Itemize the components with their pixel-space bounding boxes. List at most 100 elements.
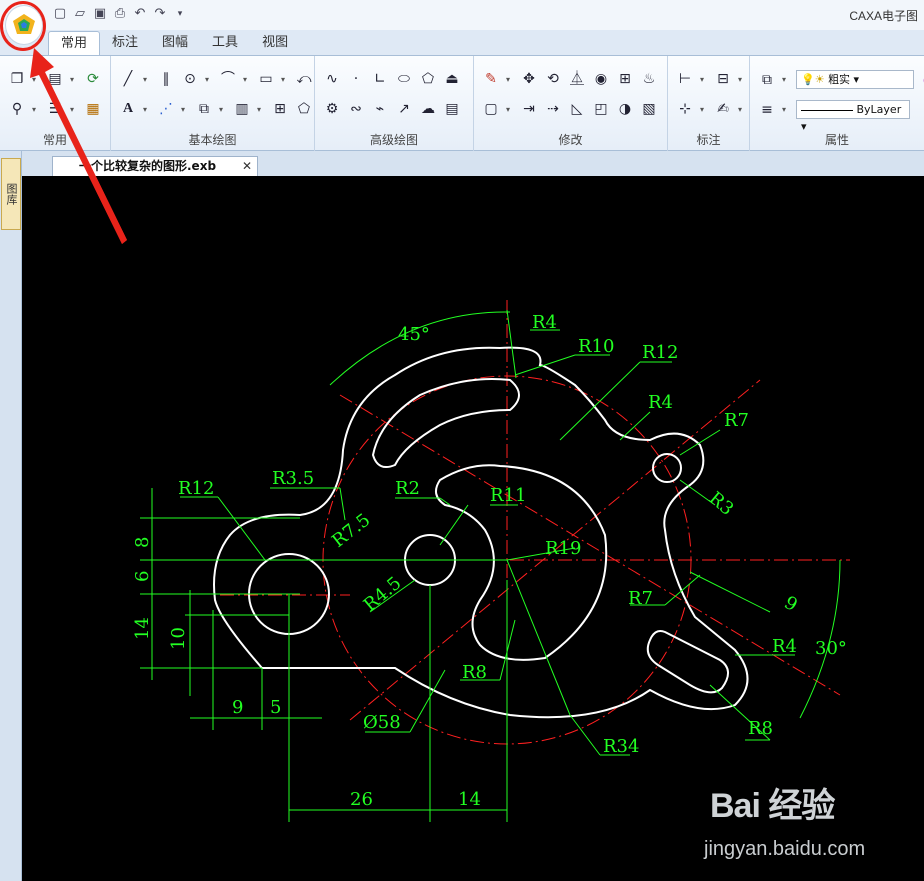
cad-drawing: 45° R4 R10 R12 R4 R7 R3 R12 R3.5 R2 R11 … xyxy=(30,48,850,822)
dim-r7-top: R7 xyxy=(724,410,749,431)
extend-icon[interactable]: ⇢ xyxy=(544,100,562,118)
mirror-icon[interactable]: ⏅ xyxy=(568,70,586,88)
group-dimension: ⊢ ▾ ⊟ ▾ ⊹ ▾ ✍ ▾ 标注 xyxy=(668,56,750,151)
angle-icon[interactable]: ∟ xyxy=(371,70,389,88)
grid-icon[interactable]: ⊞ xyxy=(271,100,289,118)
arc-icon[interactable]: ⌒ xyxy=(219,70,237,88)
gear-icon[interactable]: ⚙ xyxy=(323,100,341,118)
dim-14-left: 14 xyxy=(132,617,153,640)
dimension-lines xyxy=(140,309,841,822)
circle-icon[interactable]: ⊙ xyxy=(181,70,199,88)
tab-view[interactable]: 视图 xyxy=(250,31,300,55)
dim-r7-lower: R7 xyxy=(628,588,653,609)
dim-dia58: Ø58 xyxy=(363,712,401,733)
window-title: CAXA电子图 xyxy=(849,9,918,23)
tolerance-icon[interactable]: ⊟ xyxy=(714,70,732,88)
hole-icon[interactable]: ⏏ xyxy=(443,70,461,88)
group-properties: ⧉▾ 💡☀ 粗实 ▾ ◕ ≡▾ ByLayer ▾ 属性 xyxy=(750,56,924,151)
annotation-arrow-header xyxy=(30,48,127,244)
join-icon[interactable]: ◑ xyxy=(616,100,634,118)
dimension-icon[interactable]: ⊢ xyxy=(676,70,694,88)
line-weight-icon[interactable]: ≡ xyxy=(758,101,776,119)
group-basic-draw: ╱ ▾ ∥ ⊙ ▾ ⌒ ▾ ▭ ▾ ⤺ A ▾ ⋰ ▾ ⧉ ▾ ▥ ▾ ⊞ ⬠ 基本绘图 xyxy=(111,56,315,151)
block-icon[interactable]: ⧉ xyxy=(195,100,213,118)
coordinate-icon[interactable]: ⊹ xyxy=(676,100,694,118)
dim-r12-top: R12 xyxy=(642,342,678,363)
left-panel-strip xyxy=(0,151,22,881)
hatch-icon[interactable]: ▥ xyxy=(233,100,251,118)
dim-r34: R34 xyxy=(603,736,639,757)
layer-combo[interactable]: 💡☀ 粗实 ▾ xyxy=(796,70,914,89)
dim-r11: R11 xyxy=(490,485,526,506)
dim-r8-inner: R8 xyxy=(462,662,487,683)
arrow-icon[interactable]: ↗ xyxy=(395,100,413,118)
dim-5-bottom: 5 xyxy=(270,697,281,718)
chamfer-icon[interactable]: ◺ xyxy=(568,100,586,118)
group-label-modify: 修改 xyxy=(558,133,583,147)
customize-icon[interactable]: ▾ xyxy=(172,6,188,22)
cloud-icon[interactable]: ☁ xyxy=(419,100,437,118)
table-icon[interactable]: ▤ xyxy=(443,100,461,118)
ellipse-icon[interactable]: ⬭ xyxy=(395,70,413,88)
dim-9-slot: 9 xyxy=(781,592,801,616)
stretch-icon[interactable]: ▧ xyxy=(640,100,658,118)
baidu-watermark: Bai 经验 jingyan.baidu.com xyxy=(700,778,920,878)
dim-r4-top: R4 xyxy=(532,312,557,333)
dim-8-left: 8 xyxy=(132,537,153,548)
tab-sheet[interactable]: 图幅 xyxy=(150,31,200,55)
note-icon[interactable]: ✍ xyxy=(714,100,732,118)
dim-r19: R19 xyxy=(545,538,581,559)
dim-r12-left: R12 xyxy=(178,478,214,499)
redo-icon[interactable]: ↷ xyxy=(152,6,168,22)
dim-r4-slot: R4 xyxy=(772,636,797,657)
dim-r4-5: R4.5 xyxy=(360,573,406,616)
fill-icon[interactable]: ⬠ xyxy=(295,100,313,118)
dim-r8-slot: R8 xyxy=(748,718,773,739)
dim-r3: R3 xyxy=(705,488,738,520)
polygon-icon[interactable]: ⬠ xyxy=(419,70,437,88)
move-icon[interactable]: ✥ xyxy=(520,70,538,88)
point-icon[interactable]: · xyxy=(347,70,365,88)
centerline-icon[interactable]: ⋰ xyxy=(157,100,175,118)
polyline-icon[interactable]: ⤺ xyxy=(295,70,313,88)
layer-manager-icon[interactable]: ⧉ xyxy=(758,71,776,89)
dim-26: 26 xyxy=(350,789,373,810)
line-type-value: ByLayer xyxy=(856,103,902,116)
dim-45deg: 45° xyxy=(398,324,430,345)
color-wheel-icon[interactable]: ◕ xyxy=(920,71,924,89)
group-label-basic-draw: 基本绘图 xyxy=(188,133,237,147)
watermark-brand: Bai 经验 xyxy=(710,787,835,825)
dim-14-bottom: 14 xyxy=(458,789,481,810)
rectangle-icon[interactable]: ▭ xyxy=(257,70,275,88)
trim-icon[interactable]: ⇥ xyxy=(520,100,538,118)
dim-r7-5: R7.5 xyxy=(328,509,374,552)
document-tab-bar: 一个比较复杂的图形.exb ✕ xyxy=(22,151,924,176)
tab-tools[interactable]: 工具 xyxy=(200,31,250,55)
explode-icon[interactable]: ♨ xyxy=(640,70,658,88)
dim-10-left: 10 xyxy=(168,627,189,650)
line-weight-value: 粗实 xyxy=(828,73,851,86)
group-modify: ✎ ▾ ✥ ⟲ ⏅ ◉ ⊞ ♨ ▢ ▾ ⇥ ⇢ ◺ ◰ ◑ ▧ 修改 xyxy=(474,56,668,151)
spline-icon[interactable]: ∿ xyxy=(323,70,341,88)
line-type-combo[interactable]: ByLayer ▾ xyxy=(796,100,910,133)
dim-r4-right: R4 xyxy=(648,392,673,413)
close-tab-icon[interactable]: ✕ xyxy=(242,157,252,175)
array-icon[interactable]: ⊞ xyxy=(616,70,634,88)
group-label-dimension: 标注 xyxy=(696,133,721,147)
dim-r3-5: R3.5 xyxy=(272,468,314,489)
rotate-icon[interactable]: ⟲ xyxy=(544,70,562,88)
wave-icon[interactable]: ∾ xyxy=(347,100,365,118)
dim-30deg: 30° xyxy=(815,638,847,659)
fillet-icon[interactable]: ◰ xyxy=(592,100,610,118)
erase-icon[interactable]: ✎ xyxy=(482,70,500,88)
group-advanced-draw: ∿ · ∟ ⬭ ⬠ ⏏ ⚙ ∾ ⌁ ↗ ☁ ▤ 高级绘图 xyxy=(315,56,474,151)
caxa-window: ▢ ▱ ▣ ⎙ ↶ ↷ ▾ CAXA电子图 常用 标注 图幅 工具 视图 ❐ ▾ … xyxy=(0,0,924,881)
parallel-line-icon[interactable]: ∥ xyxy=(157,70,175,88)
offset-icon[interactable]: ▢ xyxy=(482,100,500,118)
dim-r10: R10 xyxy=(578,336,614,357)
drawing-canvas[interactable]: 45° R4 R10 R12 R4 R7 R3 R12 R3.5 R2 R11 … xyxy=(22,48,924,881)
breakline-icon[interactable]: ⌁ xyxy=(371,100,389,118)
dim-9-bottom: 9 xyxy=(232,697,243,718)
scale-icon[interactable]: ◉ xyxy=(592,70,610,88)
dimension-texts: 45° R4 R10 R12 R4 R7 R3 R12 R3.5 R2 R11 … xyxy=(132,312,847,810)
